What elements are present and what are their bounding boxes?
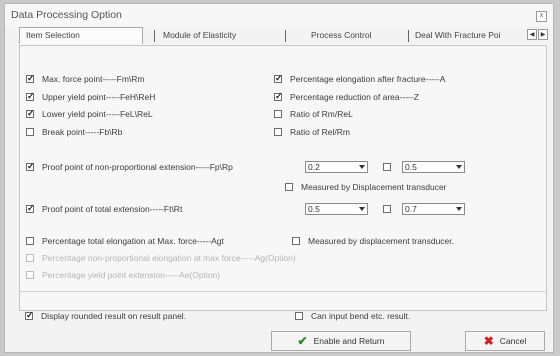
pct-nonprop-elong-checkbox xyxy=(26,254,34,262)
can-input-bend-checkbox[interactable] xyxy=(295,312,303,320)
proof-total-second-option[interactable] xyxy=(383,203,399,215)
measured-disp-1-option[interactable]: Measured by Displacement transducer xyxy=(285,181,447,193)
pct-nonprop-elong-option: Percentage non-proportional elongation a… xyxy=(26,252,296,264)
upper-yield-checkbox[interactable] xyxy=(26,91,35,102)
proof-nonprop-label: Proof point of non-proportional extensio… xyxy=(42,162,233,172)
pct-reduction-option[interactable]: Percentage reduction of area-----Z xyxy=(274,91,419,103)
pct-yield-ext-option: Percentage yield point extension-----Ae(… xyxy=(26,269,220,281)
proof-nonprop-checkbox[interactable] xyxy=(26,161,35,172)
lower-yield-checkbox[interactable] xyxy=(26,108,35,119)
break-point-option[interactable]: Break point-----Fb\Rb xyxy=(26,126,122,138)
display-rounded-label: Display rounded result on result panel. xyxy=(41,311,187,321)
chevron-down-icon xyxy=(359,207,365,211)
pct-yield-ext-checkbox xyxy=(26,271,34,279)
close-button[interactable]: x xyxy=(536,11,547,22)
pct-total-elong-label: Percentage total elongation at Max. forc… xyxy=(42,236,224,246)
pct-total-elong-checkbox[interactable] xyxy=(26,237,34,245)
proof-nonprop-second-select[interactable]: 0.5 xyxy=(402,161,465,173)
ratio-rm-rel-checkbox[interactable] xyxy=(274,110,282,118)
pct-reduction-checkbox[interactable] xyxy=(274,91,283,102)
tab-strip: Item Selection Module of Elasticity Proc… xyxy=(19,27,551,44)
cancel-label: Cancel xyxy=(499,336,527,346)
chevron-down-icon xyxy=(456,207,462,211)
pct-reduction-label: Percentage reduction of area-----Z xyxy=(290,92,419,102)
tab-scroll-right-icon[interactable]: ▶ xyxy=(538,29,548,40)
ratio-rel-rm-option[interactable]: Ratio of Rel/Rm xyxy=(274,126,350,138)
pct-total-elong-option[interactable]: Percentage total elongation at Max. forc… xyxy=(26,235,224,247)
upper-yield-label: Upper yield point-----FeH\ReH xyxy=(42,92,156,102)
pct-yield-ext-label: Percentage yield point extension-----Ae(… xyxy=(42,270,221,280)
can-input-bend-label: Can input bend etc. result. xyxy=(311,311,411,321)
upper-yield-option[interactable]: Upper yield point-----FeH\ReH xyxy=(26,91,155,103)
max-force-label: Max. force point-----Fm\Rm xyxy=(42,74,145,84)
cancel-button[interactable]: ✖ Cancel xyxy=(465,331,545,351)
enable-and-return-button[interactable]: ✔ Enable and Return xyxy=(271,331,411,351)
window-title: Data Processing Option xyxy=(11,9,122,21)
ratio-rel-rm-checkbox[interactable] xyxy=(274,128,282,136)
chevron-down-icon xyxy=(456,165,462,169)
item-selection-panel: Max. force point-----Fm\Rm Percentage el… xyxy=(19,45,547,311)
proof-total-value: 0.5 xyxy=(308,204,320,214)
proof-nonprop-value-select[interactable]: 0.2 xyxy=(305,161,368,173)
proof-nonprop-value: 0.2 xyxy=(308,162,320,172)
section-divider xyxy=(20,291,546,292)
title-bar: Data Processing Option x xyxy=(5,4,553,26)
tab-separator xyxy=(285,30,286,42)
measured-disp-2-checkbox[interactable] xyxy=(292,237,300,245)
ratio-rel-rm-label: Ratio of Rel/Rm xyxy=(290,127,350,137)
proof-total-checkbox[interactable] xyxy=(26,203,35,214)
proof-total-second-checkbox[interactable] xyxy=(383,205,391,213)
chevron-down-icon xyxy=(359,165,365,169)
tab-item-selection[interactable]: Item Selection xyxy=(19,27,143,44)
pct-elong-fracture-option[interactable]: Percentage elongation after fracture----… xyxy=(274,73,445,85)
proof-nonprop-second-option[interactable] xyxy=(383,161,399,173)
x-icon: ✖ xyxy=(483,334,494,348)
measured-disp-1-label: Measured by Displacement transducer xyxy=(301,182,447,192)
tab-deal-with-fracture[interactable]: Deal With Fracture Poi xyxy=(415,28,525,43)
proof-total-option[interactable]: Proof point of total extension-----Ft\Rt xyxy=(26,203,182,215)
proof-total-second-select[interactable]: 0.7 xyxy=(402,203,465,215)
break-point-checkbox[interactable] xyxy=(26,128,34,136)
can-input-bend-option[interactable]: Can input bend etc. result. xyxy=(295,310,410,322)
measured-disp-2-option[interactable]: Measured by displacement transducer. xyxy=(292,235,454,247)
max-force-checkbox[interactable] xyxy=(26,73,35,84)
enable-and-return-label: Enable and Return xyxy=(313,336,385,346)
tab-separator xyxy=(154,30,155,42)
pct-elong-fracture-label: Percentage elongation after fracture----… xyxy=(290,74,446,84)
proof-nonprop-second-checkbox[interactable] xyxy=(383,163,391,171)
max-force-option[interactable]: Max. force point-----Fm\Rm xyxy=(26,73,144,85)
check-icon: ✔ xyxy=(297,334,308,348)
data-processing-option-window: Data Processing Option x Item Selection … xyxy=(4,3,554,353)
measured-disp-2-label: Measured by displacement transducer. xyxy=(308,236,454,246)
display-rounded-checkbox[interactable] xyxy=(25,310,34,321)
display-rounded-option[interactable]: Display rounded result on result panel. xyxy=(25,310,186,322)
tab-scroll-left-icon[interactable]: ◀ xyxy=(527,29,537,40)
tab-module-of-elasticity[interactable]: Module of Elasticity xyxy=(163,28,289,43)
ratio-rm-rel-label: Ratio of Rm/ReL xyxy=(290,109,353,119)
proof-nonprop-option[interactable]: Proof point of non-proportional extensio… xyxy=(26,161,233,173)
ratio-rm-rel-option[interactable]: Ratio of Rm/ReL xyxy=(274,108,353,120)
break-point-label: Break point-----Fb\Rb xyxy=(42,127,123,137)
lower-yield-option[interactable]: Lower yield point-----FeL\ReL xyxy=(26,108,153,120)
proof-nonprop-second-value: 0.5 xyxy=(405,162,417,172)
pct-nonprop-elong-label: Percentage non-proportional elongation a… xyxy=(42,253,296,263)
measured-disp-1-checkbox[interactable] xyxy=(285,183,293,191)
tab-process-control[interactable]: Process Control xyxy=(311,28,399,43)
proof-total-label: Proof point of total extension-----Ft\Rt xyxy=(42,204,183,214)
tab-separator xyxy=(408,30,409,42)
lower-yield-label: Lower yield point-----FeL\ReL xyxy=(42,109,153,119)
proof-total-second-value: 0.7 xyxy=(405,204,417,214)
pct-elong-fracture-checkbox[interactable] xyxy=(274,73,283,84)
proof-total-value-select[interactable]: 0.5 xyxy=(305,203,368,215)
